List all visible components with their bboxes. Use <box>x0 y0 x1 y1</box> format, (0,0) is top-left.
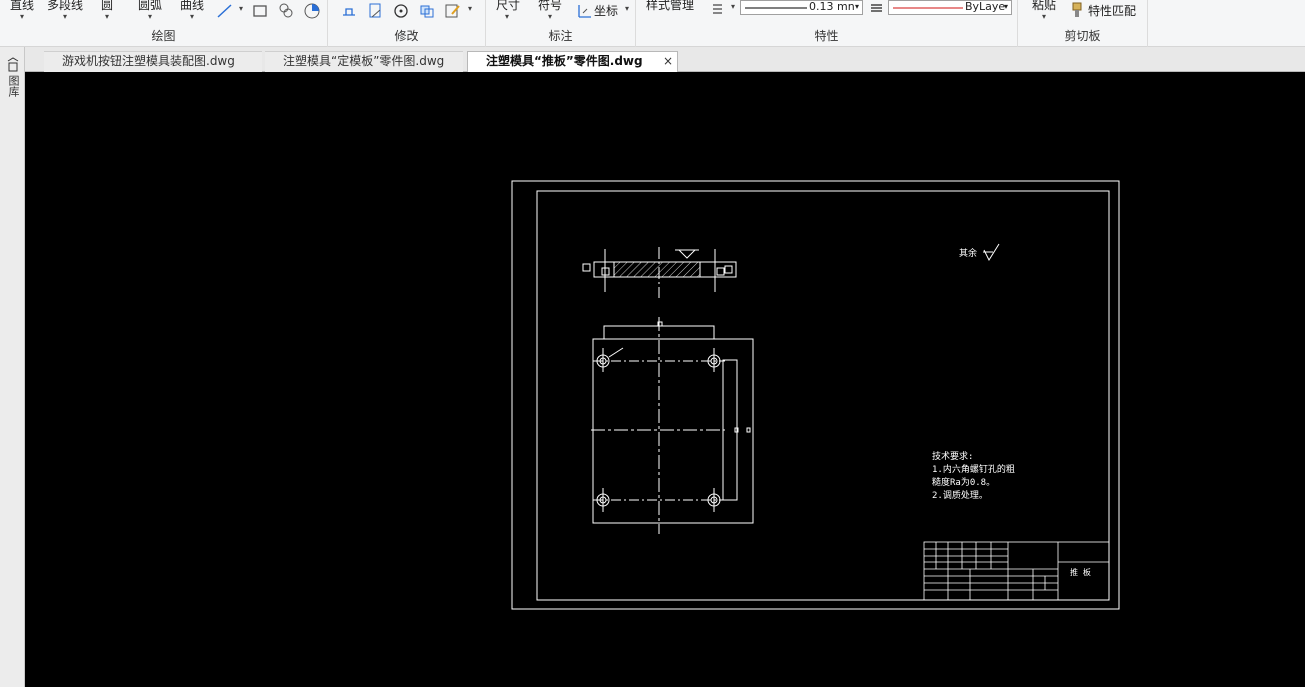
lineweight-value: 0.13 mn <box>809 0 855 13</box>
region-icon[interactable] <box>303 2 321 20</box>
circle-dropdown-arrow[interactable]: ▾ <box>105 12 109 21</box>
coordinate-button[interactable]: 坐标 <box>594 2 618 19</box>
linetype-dropdown[interactable]: ▾ <box>731 2 735 11</box>
tab-fixed-plate-drawing[interactable]: 注塑模具“定模板”零件图.dwg <box>265 51 463 72</box>
lineweight-chevron-down-icon: ▾ <box>854 2 859 11</box>
side-view <box>582 247 737 298</box>
panel-annotate-title: 标注 <box>548 29 573 43</box>
left-side-panel: 图库 <box>0 47 25 687</box>
curve-dropdown-arrow[interactable]: ▾ <box>190 12 194 21</box>
symbol-dropdown-arrow[interactable]: ▾ <box>548 12 552 21</box>
tech-requirement-line: 1.内六角螺钉孔的粗 <box>932 465 1015 475</box>
tab-label: 注塑模具“定模板”零件图.dwg <box>283 54 445 68</box>
modify-more-dropdown[interactable]: ▾ <box>468 4 472 13</box>
match-properties-icon[interactable] <box>1068 1 1086 19</box>
panel-clipboard: 粘贴 ▾ 特性匹配 剪切板 <box>1018 0 1148 47</box>
lineweight-preview-icon <box>745 7 807 9</box>
sheet-outer-border <box>511 180 1120 610</box>
construction-line-icon[interactable] <box>216 2 234 20</box>
drawing-canvas[interactable]: 其余 技术要求: 1.内六角螺钉孔的粗 糙度Ra为0.8。 2.调质处理。 推 … <box>25 72 1305 687</box>
hatch-icon[interactable] <box>277 2 295 20</box>
panel-annotate: 尺寸 ▾ 符号 ▾ 坐标 ▾ 标注 <box>486 0 636 47</box>
style-manager-button[interactable]: 样式管理 <box>646 0 694 13</box>
linetype-icon[interactable] <box>709 0 727 18</box>
tab-label: 游戏机按钮注塑模具装配图.dwg <box>62 54 235 68</box>
line-dropdown-arrow[interactable]: ▾ <box>20 12 24 21</box>
document-tab-bar: 游戏机按钮注塑模具装配图.dwg 注塑模具“定模板”零件图.dwg 注塑模具“推… <box>0 47 1305 72</box>
title-block-part-name: 推 板 <box>1070 568 1091 577</box>
construction-line-dropdown[interactable]: ▾ <box>239 4 243 13</box>
tech-requirement-line: 糙度Ra为0.8。 <box>932 478 996 488</box>
tab-label: 注塑模具“推板”零件图.dwg <box>486 54 643 68</box>
move-icon[interactable] <box>340 2 358 20</box>
panel-draw: 直线 ▾ 多段线 ▾ 圆 ▾ 圆弧 ▾ 曲线 ▾ ▾ 绘图 <box>0 0 328 47</box>
ribbon: 直线 ▾ 多段线 ▾ 圆 ▾ 圆弧 ▾ 曲线 ▾ ▾ 绘图 ▾ 修改 尺寸 ▾ … <box>0 0 1305 47</box>
dimension-dropdown-arrow[interactable]: ▾ <box>505 12 509 21</box>
color-preview-icon <box>893 7 963 9</box>
polyline-dropdown-arrow[interactable]: ▾ <box>63 12 67 21</box>
array-icon[interactable] <box>418 2 436 20</box>
coordinate-icon[interactable] <box>576 2 594 20</box>
rotate-icon[interactable] <box>392 2 410 20</box>
color-select[interactable]: ByLaye ▾ <box>888 0 1012 15</box>
paste-dropdown-arrow[interactable]: ▾ <box>1042 12 1046 21</box>
surface-finish-note: 其余 <box>959 249 978 259</box>
color-chevron-down-icon: ▾ <box>1003 2 1008 11</box>
panel-modify-title: 修改 <box>394 29 419 43</box>
tab-push-plate-drawing[interactable]: 注塑模具“推板”零件图.dwg × <box>467 51 678 72</box>
tab-close-icon[interactable]: × <box>663 52 673 71</box>
tab-assembly-drawing[interactable]: 游戏机按钮注塑模具装配图.dwg <box>44 51 262 72</box>
panel-properties-title: 特性 <box>814 29 839 43</box>
cad-drawing[interactable] <box>25 72 1305 687</box>
panel-clipboard-title: 剪切板 <box>1064 29 1101 43</box>
tech-requirement-line: 2.调质处理。 <box>932 491 988 501</box>
color-value: ByLaye <box>965 0 1006 13</box>
top-view <box>591 317 754 534</box>
match-properties-button[interactable]: 特性匹配 <box>1088 2 1136 19</box>
arc-dropdown-arrow[interactable]: ▾ <box>148 12 152 21</box>
panel-draw-title: 绘图 <box>151 29 176 43</box>
sheet-inner-border <box>536 190 1110 601</box>
panel-modify: ▾ 修改 <box>328 0 486 47</box>
panel-properties: 样式管理 ▾ 0.13 mn ▾ ByLaye ▾ 特性 <box>636 0 1018 47</box>
library-icon[interactable] <box>5 57 21 73</box>
lineweight-select[interactable]: 0.13 mn ▾ <box>740 0 863 15</box>
layer-icon[interactable] <box>868 0 886 18</box>
coordinate-dropdown-arrow[interactable]: ▾ <box>625 4 629 13</box>
rectangle-icon[interactable] <box>251 2 269 20</box>
edit-icon[interactable] <box>444 2 462 20</box>
library-label[interactable]: 图库 <box>5 75 20 97</box>
copy-icon[interactable] <box>366 2 384 20</box>
tech-requirements-title: 技术要求: <box>932 452 974 462</box>
